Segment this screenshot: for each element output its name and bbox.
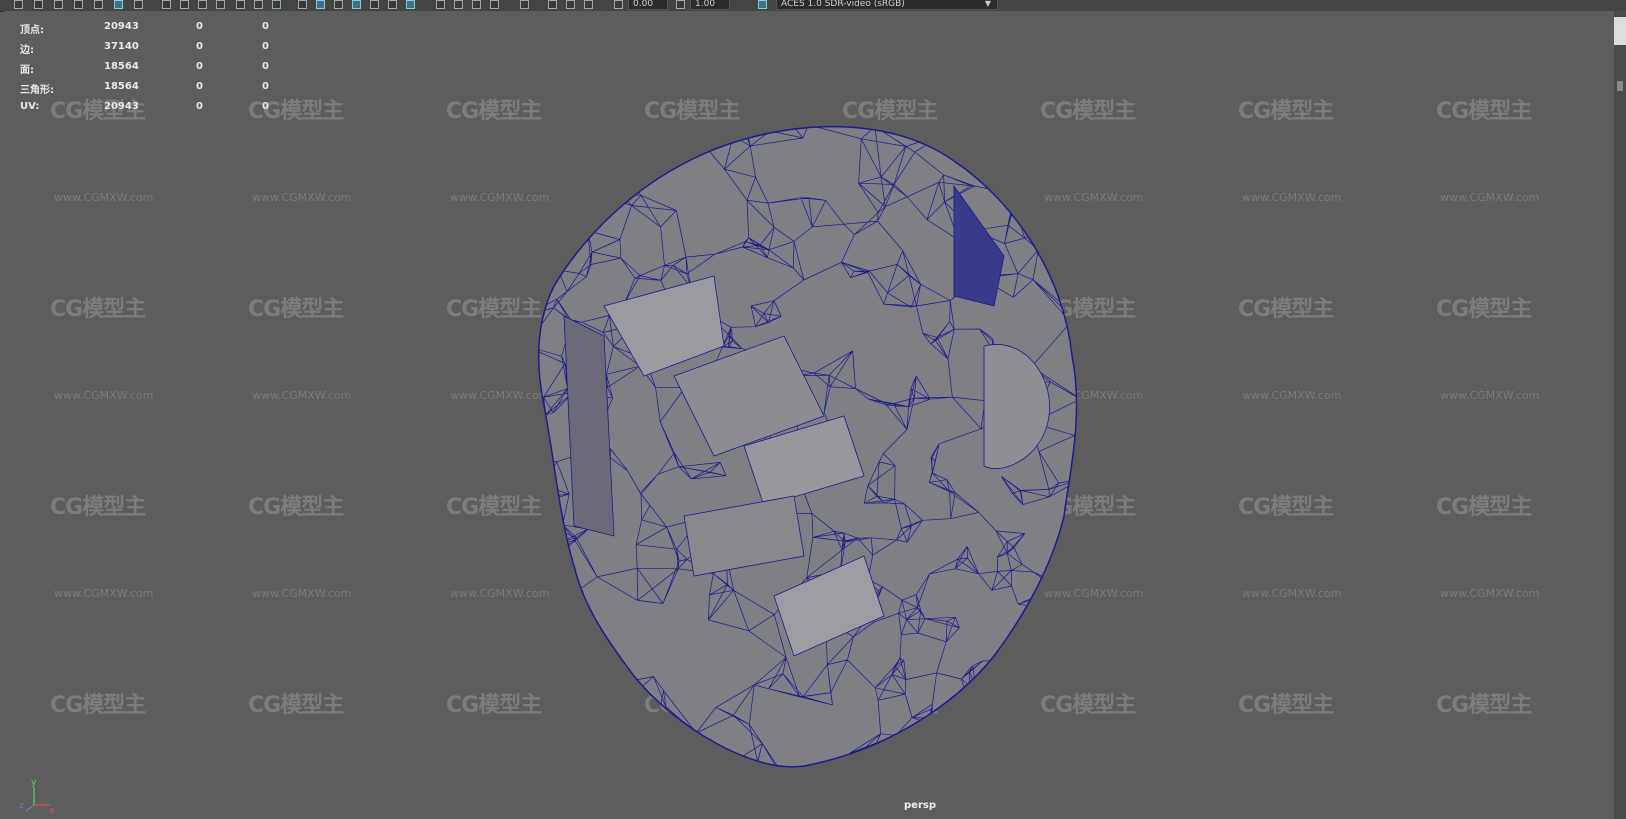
safe-title-icon[interactable] bbox=[254, 0, 263, 9]
hud-label: 顶点: bbox=[20, 25, 44, 36]
2d-pan-icon[interactable] bbox=[94, 0, 103, 9]
watermark-url: www.CGMXW.com bbox=[252, 587, 352, 600]
safe-action-icon[interactable] bbox=[236, 0, 245, 9]
panel-scroll-icon[interactable] bbox=[1617, 81, 1623, 91]
depth-of-field-icon[interactable] bbox=[520, 0, 529, 9]
hud-value: 18564 bbox=[104, 61, 139, 72]
wireframe-on-shaded-icon[interactable] bbox=[334, 0, 343, 9]
grid-icon[interactable] bbox=[134, 0, 143, 9]
hud-value: 0 bbox=[196, 61, 203, 72]
bookmark-icon[interactable] bbox=[54, 0, 63, 9]
hud-value: 0 bbox=[196, 41, 203, 52]
axis-label-z: z bbox=[19, 801, 24, 811]
xray-joints-icon[interactable] bbox=[454, 0, 463, 9]
perspective-viewport[interactable]: CG模型主 CG模型主 CG模型主 CG模型主 CG模型主 CG模型主 CG模型主 CG模型主… bbox=[4, 11, 1614, 819]
hud-label: UV: bbox=[20, 101, 40, 112]
watermark-url: www.CGMXW.com bbox=[1242, 389, 1342, 402]
watermark-logo: CG模型主 bbox=[50, 297, 146, 322]
watermark-url: www.CGMXW.com bbox=[1242, 587, 1342, 600]
hud-label: 三角形: bbox=[20, 85, 54, 96]
anti-aliasing-icon[interactable] bbox=[490, 0, 499, 9]
grease-pencil-icon[interactable] bbox=[114, 0, 123, 9]
ambient-occlusion-icon[interactable] bbox=[406, 0, 415, 9]
hud-value: 20943 bbox=[104, 21, 139, 32]
attribute-editor-tab[interactable] bbox=[1614, 17, 1626, 45]
watermark-logo: CG模型主 bbox=[1436, 693, 1532, 718]
watermark-logo: CG模型主 bbox=[1238, 297, 1334, 322]
gate-mask-icon[interactable] bbox=[198, 0, 207, 9]
watermark-logo: CG模型主 bbox=[1436, 99, 1532, 124]
hud-value: 0 bbox=[196, 81, 203, 92]
watermark-url: www.CGMXW.com bbox=[1440, 389, 1540, 402]
hud-value: 0 bbox=[262, 101, 269, 112]
watermark-logo: CG模型主 bbox=[1238, 99, 1334, 124]
shadows-icon[interactable] bbox=[388, 0, 397, 9]
watermark-logo: CG模型主 bbox=[1436, 495, 1532, 520]
camera-attributes-icon[interactable] bbox=[34, 0, 43, 9]
axis-label-x: x bbox=[49, 806, 55, 815]
screen-space-icon[interactable] bbox=[566, 0, 575, 9]
gamma-field[interactable]: 1.00 bbox=[690, 0, 730, 10]
exposure-field[interactable]: 0.00 bbox=[628, 0, 668, 10]
watermark-url: www.CGMXW.com bbox=[1440, 587, 1540, 600]
camera-label: persp bbox=[904, 800, 936, 811]
watermark-logo: CG模型主 bbox=[50, 495, 146, 520]
xray-icon[interactable] bbox=[436, 0, 445, 9]
watermark-url: www.CGMXW.com bbox=[252, 191, 352, 204]
hud-value: 0 bbox=[262, 81, 269, 92]
color-management-label: ACES 1.0 SDR-video (sRGB) bbox=[781, 0, 905, 9]
watermark-url: www.CGMXW.com bbox=[1242, 191, 1342, 204]
hud-label: 面: bbox=[20, 65, 34, 76]
isolate-icon[interactable] bbox=[272, 0, 281, 9]
field-chart-icon[interactable] bbox=[216, 0, 225, 9]
motion-blur-icon[interactable] bbox=[548, 0, 557, 9]
watermark-logo: CG模型主 bbox=[248, 297, 344, 322]
color-management-dropdown[interactable]: ACES 1.0 SDR-video (sRGB) ▼ bbox=[776, 0, 998, 10]
chevron-down-icon: ▼ bbox=[984, 0, 991, 8]
select-camera-icon[interactable] bbox=[14, 0, 23, 9]
watermark-url: www.CGMXW.com bbox=[54, 191, 154, 204]
axis-gizmo-icon: y z x bbox=[19, 778, 55, 815]
watermark-logo: CG模型主 bbox=[248, 693, 344, 718]
hud-value: 37140 bbox=[104, 41, 139, 52]
hud-value: 0 bbox=[262, 21, 269, 32]
textured-mode-icon[interactable] bbox=[584, 0, 593, 9]
watermark-url: www.CGMXW.com bbox=[1440, 191, 1540, 204]
resolution-gate-icon[interactable] bbox=[180, 0, 189, 9]
film-gate-icon[interactable] bbox=[162, 0, 171, 9]
hud-value: 0 bbox=[196, 101, 203, 112]
watermark-url: www.CGMXW.com bbox=[54, 389, 154, 402]
hud-value: 0 bbox=[262, 41, 269, 52]
watermark-logo: CG模型主 bbox=[1238, 495, 1334, 520]
smooth-shade-icon[interactable] bbox=[316, 0, 325, 9]
watermark-logo: CG模型主 bbox=[1238, 693, 1334, 718]
wireframe-icon[interactable] bbox=[298, 0, 307, 9]
watermark-logo: CG模型主 bbox=[50, 693, 146, 718]
lights-icon[interactable] bbox=[370, 0, 379, 9]
helmet-wireframe-mesh[interactable] bbox=[524, 116, 1084, 786]
right-side-panel bbox=[1614, 11, 1626, 819]
watermark-logo: CG模型主 bbox=[248, 495, 344, 520]
hud-value: 18564 bbox=[104, 81, 139, 92]
watermark-url: www.CGMXW.com bbox=[252, 389, 352, 402]
hud-value: 0 bbox=[196, 21, 203, 32]
backface-culling-icon[interactable] bbox=[472, 0, 481, 9]
watermark-logo: CG模型主 bbox=[1436, 297, 1532, 322]
axis-label-y: y bbox=[31, 778, 37, 788]
textured-icon[interactable] bbox=[352, 0, 361, 9]
watermark-url: www.CGMXW.com bbox=[54, 587, 154, 600]
image-plane-icon[interactable] bbox=[74, 0, 83, 9]
color-management-icon[interactable] bbox=[758, 0, 767, 9]
hud-label: 边: bbox=[20, 45, 34, 56]
exposure-icon[interactable] bbox=[614, 0, 623, 9]
hud-value: 20943 bbox=[104, 101, 139, 112]
hud-value: 0 bbox=[262, 61, 269, 72]
gamma-icon[interactable] bbox=[676, 0, 685, 9]
